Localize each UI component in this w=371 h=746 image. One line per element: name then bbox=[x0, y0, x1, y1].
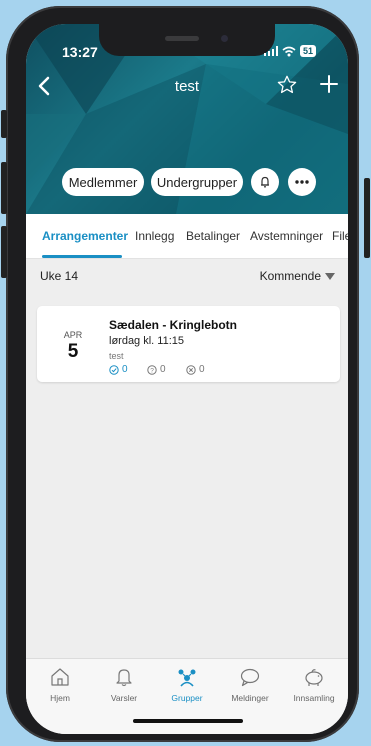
event-title: Sædalen - Kringlebotn bbox=[109, 318, 238, 332]
subgroups-button[interactable]: Undergrupper bbox=[151, 168, 243, 196]
screen: 13:27 51 test Medlemmer Undergrupper Arr… bbox=[26, 24, 348, 734]
x-circle-icon bbox=[186, 364, 196, 375]
tab-payments[interactable]: Betalinger bbox=[186, 229, 240, 243]
filter-dropdown[interactable]: Kommende bbox=[260, 269, 335, 283]
week-label: Uke 14 bbox=[40, 269, 79, 283]
more-options-button[interactable] bbox=[288, 168, 316, 196]
event-group: test bbox=[109, 351, 124, 361]
event-day: 5 bbox=[67, 341, 79, 362]
nav-fundraising[interactable]: Innsamling bbox=[282, 667, 346, 703]
power-button bbox=[364, 178, 370, 258]
tab-files[interactable]: File bbox=[332, 229, 348, 243]
notification-settings-button[interactable] bbox=[251, 168, 279, 196]
tab-events[interactable]: Arrangementer bbox=[42, 229, 128, 243]
active-tab-indicator bbox=[42, 255, 122, 258]
piggy-bank-icon bbox=[305, 669, 323, 686]
add-button[interactable] bbox=[319, 74, 339, 99]
nav-home[interactable]: Hjem bbox=[28, 667, 92, 703]
camera bbox=[221, 35, 228, 42]
event-time: lørdag kl. 11:15 bbox=[109, 335, 185, 347]
battery-indicator: 51 bbox=[300, 45, 317, 57]
status-icons: 51 bbox=[264, 45, 317, 57]
nav-messages[interactable]: Meldinger bbox=[218, 667, 282, 703]
nav-notifications[interactable]: Varsler bbox=[92, 667, 156, 703]
rsvp-maybe-count: 0 bbox=[160, 364, 166, 375]
rsvp-attending: 0 bbox=[109, 364, 128, 375]
check-circle-icon bbox=[109, 364, 119, 375]
question-circle-icon: ? bbox=[147, 364, 157, 375]
signal-icon bbox=[264, 46, 278, 56]
notch bbox=[99, 24, 275, 56]
home-indicator bbox=[133, 719, 243, 723]
event-card[interactable]: APR 5 Sædalen - Kringlebotn lørdag kl. 1… bbox=[37, 306, 340, 382]
favorite-button[interactable] bbox=[276, 74, 298, 101]
bell-settings-icon bbox=[261, 176, 269, 188]
nav-home-label: Hjem bbox=[50, 693, 70, 703]
nav-messages-label: Meldinger bbox=[231, 693, 269, 703]
nav-fundraising-label: Innsamling bbox=[293, 693, 335, 703]
tab-bar: Arrangementer Innlegg Betalinger Avstemn… bbox=[26, 214, 348, 259]
caret-down-icon bbox=[325, 272, 335, 280]
status-time: 13:27 bbox=[62, 44, 98, 60]
rsvp-attending-count: 0 bbox=[122, 364, 128, 375]
page-title: test bbox=[174, 78, 200, 95]
home-icon bbox=[51, 668, 69, 686]
nav-groups-label: Grupper bbox=[171, 693, 203, 703]
chat-icon bbox=[240, 668, 260, 687]
volume-down-button bbox=[1, 226, 7, 278]
nav-groups[interactable]: Grupper bbox=[155, 667, 219, 703]
mute-switch bbox=[1, 110, 7, 138]
rsvp-declined: 0 bbox=[186, 364, 205, 375]
members-button[interactable]: Medlemmer bbox=[62, 168, 144, 196]
plus-icon bbox=[320, 75, 338, 93]
filter-label: Kommende bbox=[259, 269, 321, 283]
tab-votes[interactable]: Avstemninger bbox=[250, 229, 323, 243]
nav-notifications-label: Varsler bbox=[110, 693, 138, 703]
volume-up-button bbox=[1, 162, 7, 214]
more-icon bbox=[295, 180, 309, 184]
svg-text:?: ? bbox=[150, 367, 154, 374]
rsvp-declined-count: 0 bbox=[199, 364, 205, 375]
wifi-icon bbox=[282, 46, 296, 56]
event-month: APR bbox=[63, 330, 83, 340]
bell-icon bbox=[116, 669, 132, 687]
tab-posts[interactable]: Innlegg bbox=[135, 229, 174, 243]
star-icon bbox=[277, 75, 297, 94]
rsvp-maybe: ? 0 bbox=[147, 364, 166, 375]
speaker bbox=[165, 36, 199, 41]
groups-icon bbox=[178, 669, 196, 687]
